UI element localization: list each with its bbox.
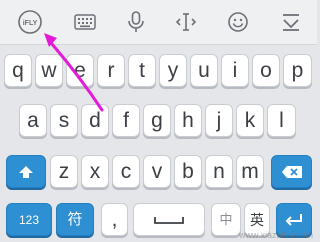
enter-arrow-icon <box>285 213 302 226</box>
key-t[interactable]: t <box>128 54 156 87</box>
key-label: a <box>27 109 39 132</box>
backspace-icon <box>281 165 302 178</box>
key-label: r <box>107 59 115 82</box>
key-g[interactable]: g <box>143 104 171 137</box>
key-c[interactable]: c <box>112 155 140 188</box>
key-label: z <box>58 160 70 183</box>
iflytek-logo-button[interactable]: iFLY <box>14 6 46 38</box>
lang-chinese-key[interactable]: 中 <box>211 203 241 236</box>
key-label: 中 <box>219 212 233 227</box>
key-label: b <box>182 160 194 183</box>
key-label: j <box>216 109 222 132</box>
key-label: v <box>151 160 163 183</box>
numbers-key[interactable]: 123 <box>6 203 52 236</box>
key-label: l <box>279 109 284 132</box>
shift-key[interactable] <box>6 155 46 188</box>
key-e[interactable]: e <box>66 54 94 87</box>
key-u[interactable]: u <box>190 54 218 87</box>
emoji-icon <box>228 12 248 32</box>
comma-key[interactable]: , <box>101 203 128 236</box>
key-k[interactable]: k <box>236 104 264 137</box>
emoji-button[interactable] <box>222 6 254 38</box>
key-label: c <box>120 160 132 183</box>
cursor-edit-button[interactable] <box>170 6 202 38</box>
key-s[interactable]: s <box>50 104 78 137</box>
key-i[interactable]: i <box>221 54 249 87</box>
key-label: k <box>244 109 256 132</box>
collapse-keyboard-icon <box>283 14 299 31</box>
svg-text:iFLY: iFLY <box>23 20 38 27</box>
key-o[interactable]: o <box>252 54 280 87</box>
key-b[interactable]: b <box>174 155 202 188</box>
key-label: t <box>139 59 145 82</box>
key-x[interactable]: x <box>81 155 109 188</box>
key-label: w <box>41 59 57 82</box>
shift-arrow-icon <box>19 165 33 178</box>
key-label: 符 <box>67 211 83 228</box>
key-label: g <box>151 109 163 132</box>
keyboard: q w e r t y u i o p a s d f g h j k l z … <box>0 45 317 242</box>
space-bar-icon <box>154 216 184 224</box>
key-label: 123 <box>18 212 40 227</box>
key-label: p <box>291 59 304 82</box>
key-label: , <box>111 208 118 231</box>
key-z[interactable]: z <box>50 155 78 188</box>
key-a[interactable]: a <box>19 104 47 137</box>
key-w[interactable]: w <box>35 54 63 87</box>
key-y[interactable]: y <box>159 54 187 87</box>
backspace-key[interactable] <box>271 155 312 188</box>
key-label: m <box>241 160 259 183</box>
key-label: o <box>260 59 272 82</box>
symbols-key[interactable]: 符 <box>56 203 94 236</box>
watermark: www.xiazaiba.com <box>238 230 313 240</box>
key-q[interactable]: q <box>4 54 32 87</box>
voice-input-button[interactable] <box>120 6 152 38</box>
key-l[interactable]: l <box>267 104 296 137</box>
key-label: e <box>74 59 86 82</box>
key-v[interactable]: v <box>143 155 171 188</box>
key-h[interactable]: h <box>174 104 202 137</box>
key-j[interactable]: j <box>205 104 233 137</box>
key-label: i <box>232 59 238 82</box>
keyboard-toolbar: iFLY <box>0 0 317 45</box>
keyboard-switch-button[interactable] <box>69 6 101 38</box>
key-label: h <box>182 109 194 132</box>
keyboard-icon <box>74 14 96 30</box>
key-label: q <box>12 59 24 82</box>
key-p[interactable]: p <box>283 54 312 87</box>
text-cursor-icon <box>175 13 197 31</box>
key-label: y <box>167 59 179 82</box>
space-key[interactable] <box>133 203 205 236</box>
key-m[interactable]: m <box>236 155 264 188</box>
key-f[interactable]: f <box>112 104 140 137</box>
key-r[interactable]: r <box>97 54 125 87</box>
key-label: n <box>213 160 225 183</box>
hide-keyboard-button[interactable] <box>275 6 307 38</box>
key-d[interactable]: d <box>81 104 109 137</box>
key-label: s <box>58 109 70 132</box>
key-label: u <box>198 59 210 82</box>
key-label: 英 <box>250 211 264 228</box>
iflytek-logo-icon: iFLY <box>18 10 42 34</box>
key-label: x <box>89 160 101 183</box>
microphone-icon <box>128 11 144 32</box>
key-label: f <box>123 109 129 132</box>
key-n[interactable]: n <box>205 155 233 188</box>
key-label: d <box>89 109 101 132</box>
